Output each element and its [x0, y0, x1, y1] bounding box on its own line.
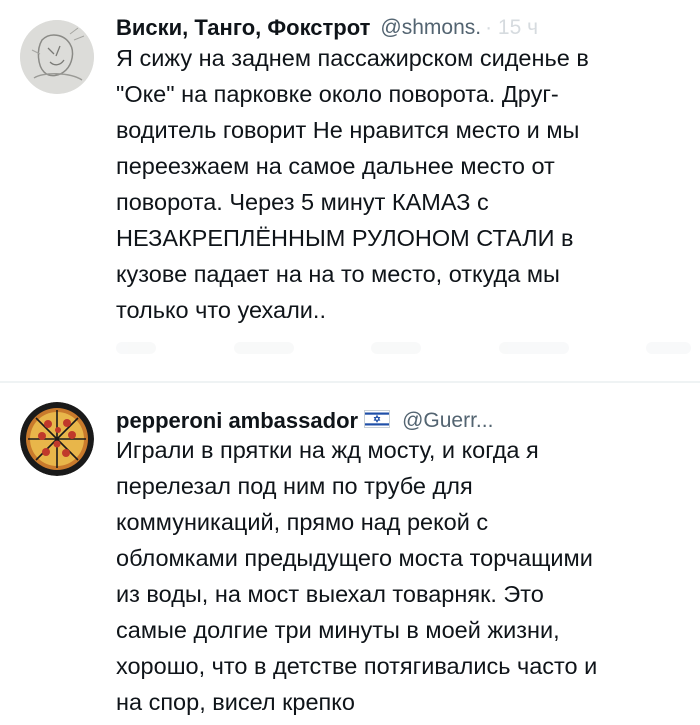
tweet[interactable]: Виски, Танго, Фокстрот @shmons. · 15 ч Я…: [0, 0, 700, 380]
tweet-text: Играли в прятки на жд мосту, и когда я п…: [116, 437, 598, 715]
israel-flag-icon: [364, 409, 391, 433]
tweet-actions-faded: [116, 338, 691, 358]
user-handle[interactable]: @Guerr...: [402, 409, 493, 433]
user-handle[interactable]: @shmons.: [380, 16, 481, 40]
pizza-avatar-icon[interactable]: [20, 402, 94, 476]
display-name[interactable]: pepperoni ambassador: [116, 408, 358, 434]
tweet-text: Я сижу на заднем пассажирском сиденье в …: [116, 45, 589, 323]
display-name[interactable]: Виски, Танго, Фокстрот: [116, 15, 370, 41]
timestamp[interactable]: · 15 ч: [485, 16, 538, 40]
sketch-avatar-icon[interactable]: [20, 20, 94, 94]
tweet-divider: [0, 381, 700, 383]
tweet[interactable]: pepperoni ambassador @Guerr... Играли в …: [0, 384, 700, 725]
